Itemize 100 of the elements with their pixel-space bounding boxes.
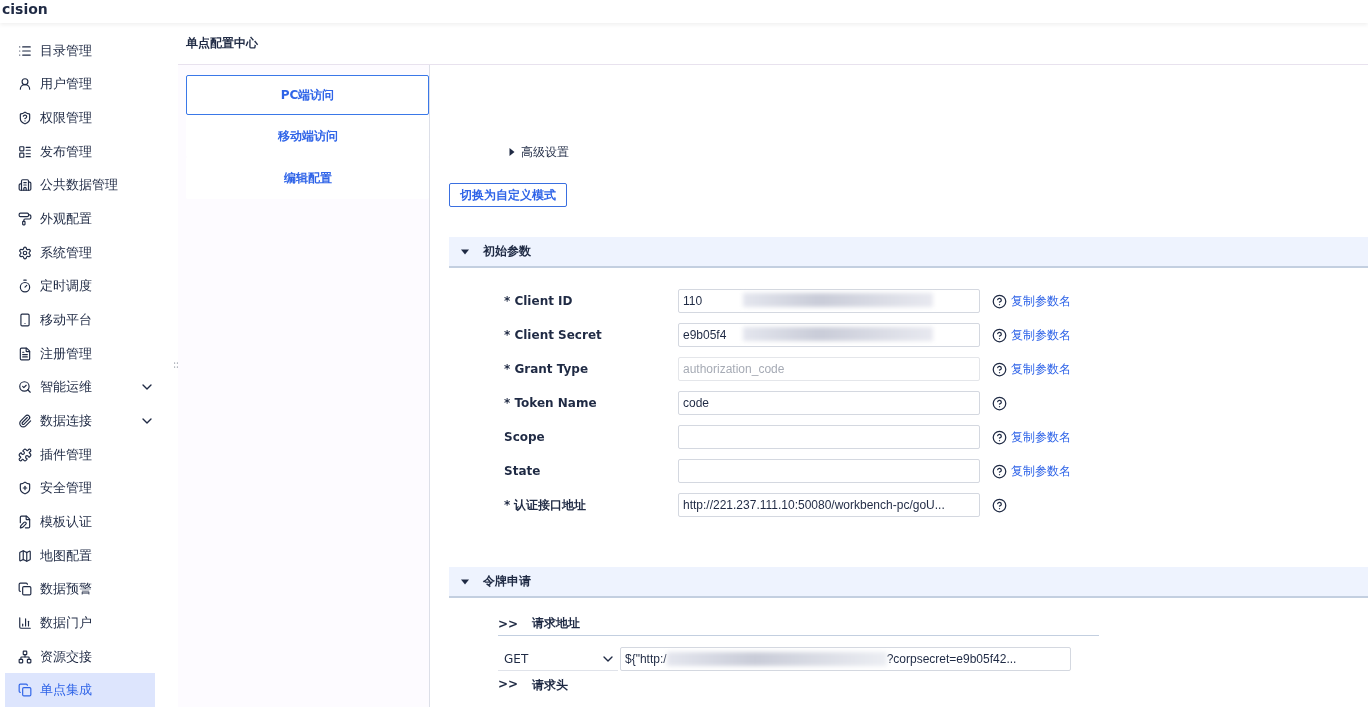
copy-icon (18, 683, 32, 698)
copy-icon (18, 582, 32, 597)
puzzle-icon (18, 447, 32, 462)
sidebar-label: 系统管理 (40, 243, 93, 262)
sidebar-item[interactable]: 用户管理 (5, 67, 155, 102)
paperclip-icon (18, 414, 32, 429)
sidebar-item[interactable]: 权限管理 (5, 101, 155, 135)
help-icon[interactable] (992, 327, 1007, 343)
section-header[interactable]: 令牌申请 (449, 567, 1368, 598)
sidebar-item[interactable]: 智能运维 (5, 370, 155, 405)
field-label: State (504, 464, 542, 478)
sidebar-label: 外观配置 (40, 210, 93, 229)
sidebar-label: 数据门户 (40, 614, 93, 632)
section-header[interactable]: 初始参数 (449, 237, 1368, 268)
sidebar-label: 数据预警 (40, 580, 93, 599)
field-label: * 认证接口地址 (504, 496, 588, 514)
sidebar-item[interactable]: 地图配置 (5, 538, 155, 573)
sidebar-item[interactable]: 数据门户 (5, 606, 155, 640)
sidebar-item[interactable]: 数据连接 (5, 404, 155, 438)
tab[interactable]: 编辑配置 (186, 157, 429, 199)
page-title: 单点配置中心 (186, 35, 258, 52)
input-field[interactable]: code (678, 391, 980, 415)
sidebar-item[interactable]: 发布管理 (5, 134, 155, 169)
sidebar-item[interactable]: 系统管理 (5, 235, 155, 270)
subsection-title: 请求头 (532, 677, 569, 694)
method-select[interactable]: GET (498, 647, 618, 671)
section-title: 令牌申请 (483, 573, 531, 590)
copy-link[interactable]: 复制参数名 (1011, 428, 1071, 446)
sidebar-item[interactable]: 目录管理 (5, 34, 155, 68)
field-label: * Grant Type (504, 362, 590, 376)
sidebar-label: 资源交接 (40, 647, 93, 666)
sidebar-item[interactable]: 数据预警 (5, 572, 155, 607)
sidebar-item[interactable]: 移动平台 (5, 303, 155, 337)
help-icon[interactable] (992, 293, 1007, 309)
document-icon (18, 515, 32, 529)
subsection-title: 请求地址 (532, 615, 581, 632)
sidebar-label: 插件管理 (40, 445, 93, 464)
sidebar-label: 用户管理 (40, 75, 93, 94)
sidebar-item[interactable]: 插件管理 (5, 437, 155, 472)
copy-link[interactable]: 复制参数名 (1011, 326, 1071, 344)
document-icon (18, 346, 32, 361)
sidebar-label: 移动平台 (40, 311, 93, 330)
help-icon[interactable] (992, 361, 1007, 377)
field-label: * Client ID (504, 294, 574, 308)
copy-link[interactable]: 复制参数名 (1011, 292, 1071, 310)
shield-icon (18, 481, 32, 496)
sidebar-item[interactable]: 公共数据管理 (5, 168, 155, 203)
field-label: Scope (504, 430, 546, 444)
field-label: * Client Secret (504, 328, 603, 342)
logo-text: cision (2, 1, 48, 17)
chart-icon (18, 616, 32, 630)
sidebar-item[interactable]: 资源交接 (5, 639, 155, 674)
help-icon[interactable] (992, 463, 1007, 479)
user-icon (18, 77, 32, 92)
building-icon (18, 178, 32, 193)
field-label: * Token Name (504, 396, 598, 410)
phone-icon (18, 313, 32, 328)
sidebar-label: 公共数据管理 (40, 176, 119, 195)
map-icon (18, 548, 32, 563)
help-icon[interactable] (992, 429, 1007, 445)
settings-icon (18, 245, 32, 260)
sidebar-label: 安全管理 (40, 479, 93, 498)
sidebar-label: 注册管理 (40, 344, 93, 363)
sidebar-item[interactable]: 定时调度 (5, 269, 155, 304)
sidebar-label: 权限管理 (40, 109, 93, 128)
sidebar-item[interactable]: 安全管理 (5, 471, 155, 506)
sidebar-label: 模板认证 (40, 513, 93, 531)
input-field[interactable] (678, 459, 980, 483)
sidebar-label: 智能运维 (40, 378, 93, 397)
list-icon (18, 43, 32, 58)
tab[interactable]: 移动端访问 (186, 115, 429, 157)
input-field[interactable]: http://221.237.111.10:50080/workbench-pc/goU... (678, 493, 980, 517)
advanced-settings-label: 高级设置 (521, 143, 569, 161)
advanced-settings-toggle[interactable]: 高级设置 (449, 143, 1368, 161)
sidebar-item[interactable]: 外观配置 (5, 202, 155, 236)
marker-text: >> (498, 677, 519, 693)
marker-text: >> (498, 616, 519, 631)
input-field[interactable]: 110 (678, 289, 980, 313)
input-field[interactable] (678, 425, 980, 449)
layout-icon (18, 144, 32, 159)
search-icon (18, 380, 32, 395)
help-icon[interactable] (992, 395, 1007, 411)
sidebar-item[interactable]: 注册管理 (5, 336, 155, 371)
copy-link[interactable]: 复制参数名 (1011, 462, 1071, 480)
sidebar-item[interactable]: 单点集成 (5, 673, 155, 707)
sidebar-label: 地图配置 (40, 546, 93, 565)
network-icon (18, 649, 32, 664)
input-field[interactable]: e9b05f4 (678, 323, 980, 347)
sidebar-label: 发布管理 (40, 142, 93, 161)
sidebar-label: 数据连接 (40, 412, 93, 431)
url-field[interactable]: ${"http:/ ?corpsecret=e9b05f42... (620, 647, 1071, 671)
sidebar-label: 单点集成 (40, 681, 93, 700)
sidebar-item[interactable]: 模板认证 (5, 505, 155, 539)
switch-mode-button[interactable]: 切换为自定义模式 (449, 183, 567, 207)
help-icon[interactable] (992, 497, 1007, 513)
sidebar-label: 定时调度 (40, 277, 93, 296)
roller-icon (18, 212, 32, 227)
tab[interactable]: PC端访问 (186, 75, 429, 115)
shield-icon (18, 111, 32, 126)
sidebar-label: 目录管理 (40, 41, 93, 60)
